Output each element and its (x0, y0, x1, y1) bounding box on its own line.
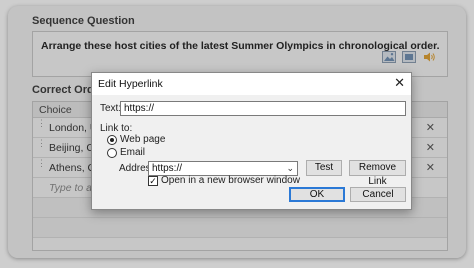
edit-hyperlink-dialog: Edit Hyperlink ✕ Text: https:// Link to:… (91, 72, 412, 210)
text-field[interactable]: https:// (120, 101, 406, 116)
test-button[interactable]: Test (306, 160, 342, 176)
chevron-down-icon[interactable]: ⌄ (286, 162, 294, 175)
address-combobox[interactable]: https:// ⌄ (148, 161, 298, 176)
email-radio[interactable] (107, 148, 117, 158)
text-label: Text: (100, 103, 122, 114)
email-radio-label[interactable]: Email (120, 147, 145, 158)
dialog-title: Edit Hyperlink (98, 78, 163, 90)
web-page-radio[interactable] (107, 135, 117, 145)
remove-link-button[interactable]: Remove Link (349, 160, 406, 187)
close-icon[interactable]: ✕ (394, 76, 405, 90)
address-value[interactable]: https:// (152, 163, 182, 174)
new-window-checkbox[interactable]: ✓ (148, 176, 158, 186)
link-to-label: Link to: (100, 123, 133, 134)
new-window-label[interactable]: Open in a new browser window (161, 175, 300, 186)
ok-button[interactable]: OK (289, 187, 345, 202)
dialog-title-bar: Edit Hyperlink ✕ (92, 73, 411, 95)
cancel-button[interactable]: Cancel (350, 187, 406, 202)
web-page-radio-label[interactable]: Web page (120, 134, 165, 145)
